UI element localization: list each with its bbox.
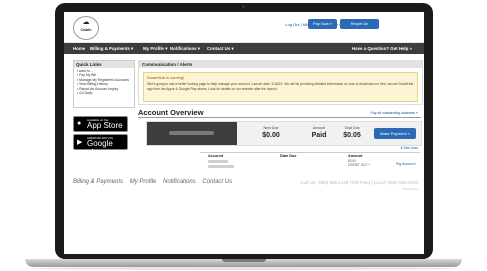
logo-text: Cable bbox=[80, 27, 92, 32]
footer-link-profile[interactable]: My Profile bbox=[130, 179, 157, 185]
quick-link-label: Pay My Bill bbox=[79, 73, 96, 78]
laptop-lid: ☁ Cable Log Out | MMIS | Help | Large Ne… bbox=[55, 3, 433, 259]
footer-link-billing[interactable]: Billing & Payments bbox=[73, 179, 123, 185]
nav-get-help[interactable]: Have a Question? Get Help » bbox=[352, 43, 412, 54]
quick-link-label: Report An Account Inquiry bbox=[79, 86, 119, 91]
blurred-account-id bbox=[208, 165, 234, 168]
column-header: Account bbox=[208, 154, 224, 158]
pay-all-link[interactable]: Pay all outstanding balances » bbox=[371, 111, 418, 115]
brand-logo[interactable]: ☁ Cable bbox=[73, 16, 99, 40]
google-play-big: Google play bbox=[87, 139, 113, 157]
camera-dot bbox=[242, 5, 245, 8]
quick-link-item[interactable]: • Go Daily bbox=[74, 91, 134, 95]
communication-title: Communication / Alerts bbox=[139, 61, 422, 68]
app-store-big: App Store bbox=[87, 121, 123, 130]
footer-powered-by: Powered By bbox=[402, 187, 418, 191]
account-summary-bar: Next Due $0.00 Amount Paid Total Due $0.… bbox=[146, 121, 422, 146]
alert-message: We're going to add a better looking page… bbox=[147, 82, 414, 91]
quick-link-label: View Billing History bbox=[79, 82, 108, 87]
quick-link-label: Manage My Registered Accounts bbox=[79, 77, 129, 82]
total-due-value: $0.05 bbox=[343, 132, 361, 139]
pay-account-link[interactable]: Pay Account » bbox=[396, 162, 416, 166]
footer-link-contact[interactable]: Contact Us bbox=[202, 179, 232, 185]
communication-panel: Communication / Alerts SmartHub is comin… bbox=[138, 60, 423, 105]
laptop-base bbox=[25, 259, 462, 267]
report-issue-button[interactable]: Report An Issue/Inquiry bbox=[340, 19, 379, 36]
pay-now-button[interactable]: Pay Now » bbox=[308, 19, 337, 29]
amount-note: CREDIT OUT + bbox=[348, 163, 371, 167]
blurred-account-name bbox=[169, 131, 214, 135]
laptop-shadow bbox=[30, 267, 457, 270]
next-due-value: $0.00 bbox=[262, 132, 280, 139]
footer-link-notifications[interactable]: Notifications bbox=[163, 179, 196, 185]
column-header: Amount bbox=[348, 154, 363, 158]
play-icon: ▶ bbox=[77, 139, 83, 146]
quick-link-label: Go Daily bbox=[79, 91, 93, 96]
make-payment-button[interactable]: Make Payment » bbox=[374, 128, 416, 139]
laptop-notch bbox=[222, 259, 266, 262]
alert-box: SmartHub is coming! We're going to add a… bbox=[143, 72, 418, 102]
footer-call-info: Call Us: (888) 555-1234 (Toll-Free) | Lo… bbox=[300, 180, 418, 185]
account-overview-title: Account Overview bbox=[138, 108, 204, 117]
google-play-badge[interactable]: ▶ ANDROID APP ON Google play bbox=[73, 134, 128, 157]
next-due-label: Next Due bbox=[263, 126, 279, 130]
nav-notifications[interactable]: Notifications ▾ bbox=[170, 43, 200, 54]
nav-billing[interactable]: Billing & Payments ▾ bbox=[90, 43, 133, 54]
site-header: ☁ Cable Log Out | MMIS | Help | Large Ne… bbox=[64, 12, 424, 43]
nav-profile[interactable]: My Profile ▾ bbox=[143, 43, 167, 54]
footer-nav: Billing & Payments My Profile Notificati… bbox=[73, 179, 237, 185]
quick-links-panel: Quick Links I want to... • Pay My Bill •… bbox=[73, 60, 135, 108]
total-due-label: Total Due bbox=[344, 126, 360, 130]
account-table: Account Date Due Amount $0.00 CREDIT OUT… bbox=[200, 152, 420, 170]
main-nav: Home Billing & Payments ▾ My Profile ▾ N… bbox=[64, 43, 424, 54]
see-less-toggle[interactable]: ▾ See Less bbox=[401, 146, 418, 150]
nav-contact[interactable]: Contact Us ▾ bbox=[207, 43, 234, 54]
alert-headline: SmartHub is coming! bbox=[147, 75, 185, 80]
quick-links-title: Quick Links bbox=[74, 61, 134, 68]
column-header: Date Due bbox=[280, 154, 297, 158]
logo-icon: ☁ bbox=[82, 19, 90, 26]
nav-home[interactable]: Home bbox=[73, 43, 85, 54]
laptop-screen: ☁ Cable Log Out | MMIS | Help | Large Ne… bbox=[64, 12, 424, 254]
divider bbox=[138, 117, 421, 118]
account-name-panel bbox=[147, 122, 237, 145]
apple-icon: ● bbox=[77, 120, 82, 127]
app-store-badge[interactable]: ● Available on the App Store bbox=[73, 116, 128, 132]
blurred-account-id bbox=[208, 160, 228, 163]
